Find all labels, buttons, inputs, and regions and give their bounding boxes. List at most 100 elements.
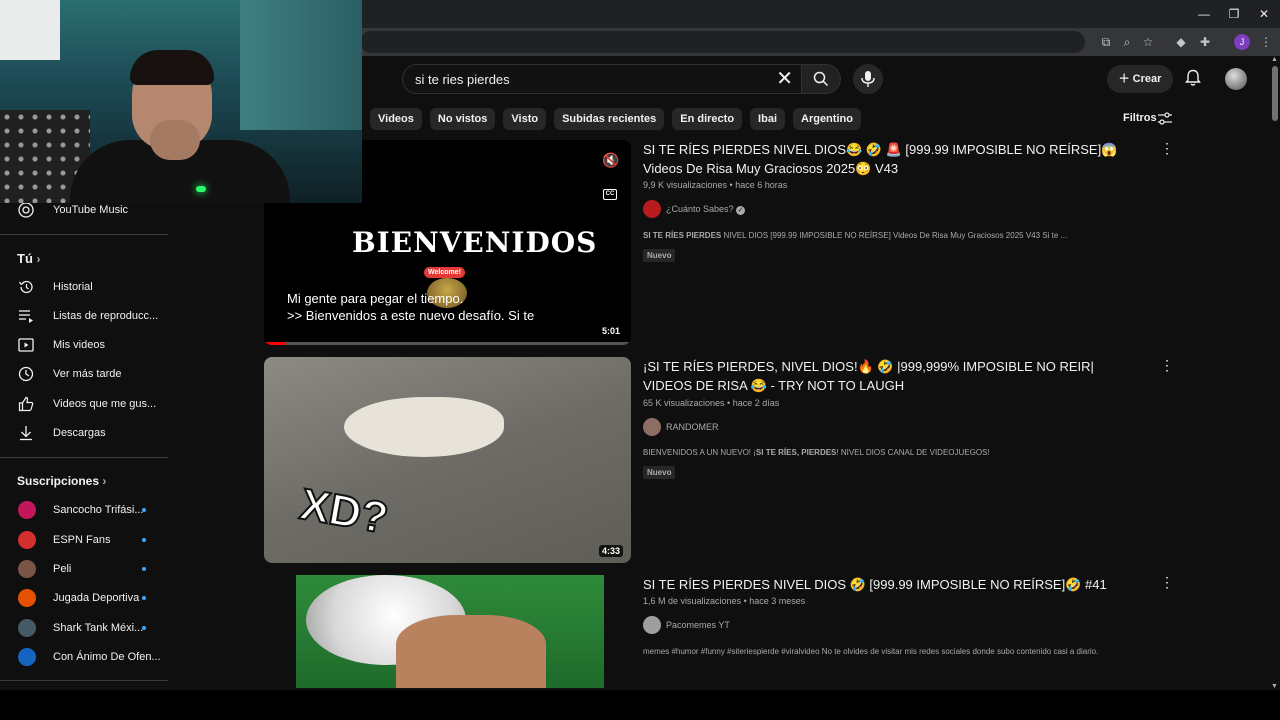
sidebar-item-playlists[interactable]: Listas de reproducc... [0, 302, 170, 330]
channel-avatar [643, 200, 661, 218]
you-section-heading[interactable]: Tú › [17, 251, 41, 266]
more-options-icon[interactable]: ⋮ [1160, 141, 1174, 155]
filter-chips: Videos No vistos Visto Subidas recientes… [370, 108, 861, 130]
sidebar-item-liked-videos[interactable]: Videos que me gus... [0, 390, 170, 418]
sidebar-item-historial[interactable]: Historial [0, 273, 170, 301]
notifications-bell-icon[interactable] [1184, 69, 1202, 87]
progress-track[interactable] [264, 342, 631, 345]
create-button[interactable]: ＋ Crear [1107, 65, 1173, 93]
subscription-name: Jugada Deportiva [53, 592, 140, 604]
search-button[interactable] [801, 64, 841, 94]
sidebar-item-label: Mis videos [53, 339, 105, 351]
chip-argentino[interactable]: Argentino [793, 108, 861, 130]
video-duration: 5:01 [598, 325, 623, 337]
new-content-dot [142, 538, 146, 542]
search-query[interactable]: si te ries pierdes [415, 72, 510, 87]
youtube-music-icon [18, 202, 34, 218]
webcam-person [150, 120, 200, 160]
webcam-background [240, 0, 362, 130]
filters-button[interactable]: Filtros [1123, 112, 1157, 124]
new-content-dot [142, 596, 146, 600]
chip-en-directo[interactable]: En directo [672, 108, 743, 130]
chevron-right-icon: › [36, 252, 41, 266]
profile-icon[interactable]: J [1234, 34, 1250, 50]
search-icon [813, 71, 829, 87]
chip-videos[interactable]: Videos [370, 108, 422, 130]
webcam-background [0, 0, 60, 60]
more-options-icon[interactable]: ⋮ [1160, 358, 1174, 372]
more-options-icon[interactable]: ⋮ [1160, 575, 1174, 589]
zoom-icon[interactable]: ⌕ [1119, 34, 1135, 50]
sidebar-item-label: Historial [53, 281, 93, 293]
scroll-up-icon[interactable]: ▲ [1271, 56, 1278, 63]
video-thumbnail[interactable]: XD? 4:33 [264, 357, 631, 563]
chip-no-vistos[interactable]: No vistos [429, 108, 496, 130]
divider [0, 457, 168, 458]
channel-avatar [643, 418, 661, 436]
channel-name: RANDOMER [666, 422, 719, 432]
chip-subidas-recientes[interactable]: Subidas recientes [554, 108, 665, 130]
page-scrollbar[interactable]: ▲ ▼ [1270, 56, 1280, 690]
chip-visto[interactable]: Visto [503, 108, 547, 130]
subscription-item[interactable]: Jugada Deportiva [0, 584, 170, 612]
video-duration: 4:33 [598, 545, 623, 557]
voice-search-button[interactable] [853, 64, 883, 94]
bookmark-star-icon[interactable]: ☆ [1140, 34, 1156, 50]
subscription-item[interactable]: ESPN Fans [0, 526, 170, 554]
video-title[interactable]: ¡SI TE RÍES PIERDES, NIVEL DIOS!🔥 🤣 |999… [643, 357, 1143, 395]
minimize-icon[interactable]: — [1196, 6, 1212, 22]
restore-icon[interactable]: ❐ [1226, 6, 1242, 22]
subscription-name: Con Ánimo De Ofen... [53, 651, 161, 663]
search-input[interactable]: si te ries pierdes ✕ [402, 64, 802, 94]
channel-avatar [18, 589, 36, 607]
video-title[interactable]: SI TE RÍES PIERDES NIVEL DIOS😂 🤣 🚨 [999.… [643, 140, 1143, 178]
welcome-badge: Welcome! [424, 267, 465, 278]
subscription-item[interactable]: Peli [0, 555, 170, 583]
captions-icon[interactable]: CC [603, 189, 617, 200]
subscription-item[interactable]: Shark Tank Méxi... [0, 614, 170, 642]
chicken-image [344, 397, 504, 457]
channel-avatar [18, 648, 36, 666]
filters-icon[interactable] [1158, 112, 1172, 126]
mic-icon [861, 71, 875, 87]
clock-icon [18, 366, 34, 382]
channel-avatar [18, 619, 36, 637]
history-icon [19, 280, 33, 294]
new-content-dot [142, 508, 146, 512]
puzzle-icon[interactable]: ✚ [1197, 34, 1213, 50]
video-description: SI TE RÍES PIERDES NIVEL DIOS [999.99 IM… [643, 231, 1068, 240]
muted-icon[interactable]: 🔇 [602, 152, 619, 169]
subscription-item[interactable]: Con Ánimo De Ofen... [0, 643, 170, 671]
chevron-right-icon: › [102, 474, 107, 488]
extension-icon[interactable]: ◆ [1173, 34, 1189, 50]
address-bar[interactable] [360, 31, 1085, 53]
sidebar-item-mis-videos[interactable]: Mis videos [0, 331, 170, 359]
webcam-light [196, 186, 206, 192]
clear-search-icon[interactable]: ✕ [776, 68, 793, 90]
subscriptions-heading[interactable]: Suscripciones › [17, 474, 106, 488]
channel-avatar [18, 501, 36, 519]
thumbnail-caption-text: XD? [296, 479, 393, 545]
my-videos-icon [18, 338, 34, 352]
video-thumbnail[interactable] [264, 575, 631, 688]
caption-line-1: Mi gente para pegar el tiempo. [287, 291, 464, 306]
video-meta: 1,6 M de visualizaciones • hace 3 meses [643, 596, 806, 606]
cast-icon[interactable]: ⧉ [1098, 34, 1114, 50]
plus-icon: ＋ [1118, 73, 1133, 85]
close-window-icon[interactable]: ✕ [1256, 6, 1272, 22]
subscription-name: ESPN Fans [53, 534, 111, 546]
scrollbar-thumb[interactable] [1272, 66, 1278, 121]
video-description: memes #humor #funny #siteriespierde #vir… [643, 647, 1099, 656]
sidebar-item-ver-mas-tarde[interactable]: Ver más tarde [0, 360, 170, 388]
chip-ibai[interactable]: Ibai [750, 108, 785, 130]
scroll-down-icon[interactable]: ▼ [1271, 683, 1278, 690]
browser-menu-icon[interactable]: ⋮ [1258, 34, 1274, 50]
video-meta: 9,9 K visualizaciones • hace 6 horas [643, 180, 788, 190]
account-avatar[interactable] [1225, 68, 1247, 90]
video-title[interactable]: SI TE RÍES PIERDES NIVEL DIOS 🤣 [999.99 … [643, 575, 1143, 594]
subscription-item[interactable]: Sancocho Trifási... [0, 496, 170, 524]
sidebar-item-descargas[interactable]: Descargas [0, 419, 170, 447]
new-content-dot [142, 626, 146, 630]
channel-avatar [18, 560, 36, 578]
thumbs-up-icon [18, 396, 34, 412]
